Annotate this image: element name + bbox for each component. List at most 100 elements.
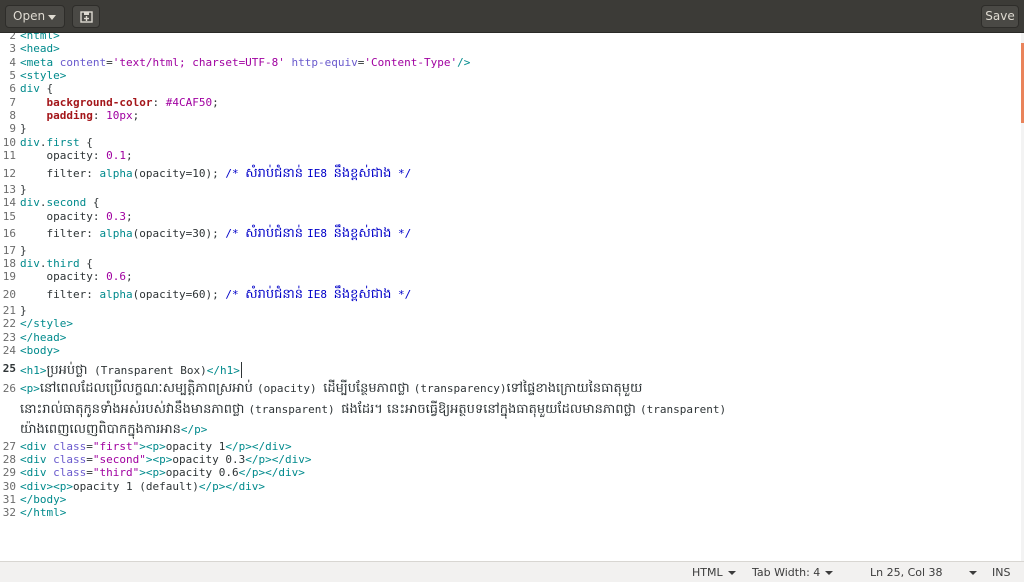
code-token: 0.3: [106, 209, 126, 223]
code-line[interactable]: 19 opacity: 0.6;: [0, 270, 1020, 283]
line-number: 4: [9, 55, 16, 69]
code-token: <div: [20, 452, 54, 466]
code-line[interactable]: 14 div.second {: [0, 196, 1020, 209]
code-line[interactable]: 11 opacity: 0.1;: [0, 149, 1020, 162]
code-line-text: opacity: 0.1;: [20, 149, 132, 162]
line-number: 2: [9, 33, 16, 42]
new-document-button[interactable]: [72, 5, 100, 28]
code-token: <p>: [152, 452, 173, 466]
code-line-text: <div class="first"><p>opacity 1</p></div…: [20, 440, 292, 453]
code-token: <html>: [20, 33, 60, 42]
code-line-text: <style>: [20, 69, 66, 82]
code-line[interactable]: 3 <head>: [0, 42, 1020, 55]
code-line[interactable]: 2 <html>: [0, 33, 1020, 42]
code-token: "third": [92, 466, 140, 480]
code-line-text: }: [20, 122, 27, 135]
code-line[interactable]: 26 <p>នៅពេលដែលប្រើលក្ខណៈសម្បត្តិភាពស្រអាប…: [0, 378, 1020, 395]
line-number: 12: [2, 166, 16, 180]
code-line[interactable]: 10 div.first {: [0, 136, 1020, 149]
code-token: IE8: [307, 287, 334, 301]
code-token: }: [20, 183, 27, 196]
code-line[interactable]: 20 filter: alpha(opacity=60); /* សំរាប់ជ…: [0, 284, 1020, 301]
code-token: #4CAF50: [165, 95, 213, 109]
code-line-text: នោះរាល់ធាតុកូនទាំងអស់របស់វានឹងមានភាពថ្លា…: [20, 403, 726, 416]
code-editor[interactable]: 2 <html> 3 <head> 4 <meta content='text/html;…: [0, 33, 1024, 561]
code-line[interactable]: 21}: [0, 304, 1020, 317]
code-line[interactable]: 8 padding: 10px;: [0, 109, 1020, 122]
code-line[interactable]: 23 </head>: [0, 331, 1020, 344]
save-button[interactable]: Save: [981, 5, 1019, 28]
code-token: padding: [46, 109, 93, 123]
code-line[interactable]: 9}: [0, 122, 1020, 135]
open-button[interactable]: Open: [5, 5, 65, 28]
code-token: <div: [20, 466, 54, 480]
code-token: first: [46, 135, 80, 149]
code-token: </p></div>: [198, 479, 266, 493]
code-line[interactable]: នោះរាល់ធាតុកូនទាំងអស់របស់វានឹងមានភាពថ្លា…: [0, 399, 1020, 416]
code-token: >: [139, 439, 146, 453]
code-line-text: <body>: [20, 344, 60, 357]
code-line[interactable]: 5 <style>: [0, 69, 1020, 82]
code-line-text: div.first {: [20, 136, 93, 149]
code-line[interactable]: 13}: [0, 183, 1020, 196]
language-label: HTML: [692, 566, 723, 579]
cursor-position-selector[interactable]: Ln 25, Col 38: [870, 566, 977, 579]
tab-width-selector[interactable]: Tab Width: 4: [752, 566, 834, 579]
code-token: opacity:: [20, 270, 107, 284]
header-bar: Open Save: [0, 0, 1024, 33]
code-token: /*: [225, 287, 246, 301]
code-line-text: <h1>ប្រអប់ថ្លា (Transparent Box)</h1>: [20, 361, 242, 378]
code-line-text: opacity: 0.6;: [20, 270, 132, 284]
code-token: <h1>: [20, 363, 47, 377]
code-line[interactable]: 7 background-color: #4CAF50;: [0, 96, 1020, 109]
code-line[interactable]: 29 <div class="third"><p>opacity 0.6</p><…: [0, 466, 1020, 479]
code-line[interactable]: 30 <div><p>opacity 1 (default)</p></div>: [0, 480, 1020, 493]
code-line[interactable]: 12 filter: alpha(opacity=10); /* សំរាប់ជ…: [0, 163, 1020, 180]
code-line-text: </body>: [20, 493, 66, 506]
line-number: 23: [2, 330, 16, 344]
code-line[interactable]: 18 div.third {: [0, 257, 1020, 270]
code-token: div: [20, 82, 40, 96]
code-line-text: }: [20, 304, 27, 317]
code-token: <p>: [145, 439, 166, 453]
code-line[interactable]: 6 div {: [0, 82, 1020, 95]
code-token: class: [53, 439, 87, 453]
code-token: div: [20, 256, 40, 270]
code-token: */: [391, 227, 412, 240]
code-line-text: <head>: [20, 42, 60, 55]
language-selector[interactable]: HTML: [692, 566, 736, 579]
code-token: filter:: [20, 166, 100, 180]
code-line[interactable]: យ៉ាងពេញលេញពិបាកក្នុងការអាន</p>: [0, 419, 1020, 436]
code-token: filter:: [20, 287, 100, 301]
code-line[interactable]: 16 filter: alpha(opacity=30); /* សំរាប់ជ…: [0, 223, 1020, 240]
code-token: alpha: [99, 166, 133, 180]
code-line[interactable]: 25 <h1>ប្រអប់ថ្លា (Transparent Box)</h1>: [0, 358, 1020, 378]
open-button-label: Open: [13, 9, 46, 23]
code-token: 10px: [106, 109, 133, 123]
code-token: }: [20, 304, 27, 318]
code-line[interactable]: 4 <meta content='text/html; charset=UTF-8…: [0, 56, 1020, 69]
code-line[interactable]: 24 <body>: [0, 344, 1020, 357]
line-number: 11: [2, 149, 16, 163]
code-token: </html>: [20, 506, 67, 520]
code-line[interactable]: 27 <div class="first"><p>opacity 1</p></d…: [0, 440, 1020, 453]
code-line[interactable]: 17}: [0, 244, 1020, 257]
line-number: 26: [2, 382, 16, 395]
code-token: (opacity=60);: [132, 287, 226, 301]
code-line[interactable]: 31 </body>: [0, 493, 1020, 506]
code-token: </style>: [20, 317, 73, 331]
line-number: 20: [2, 287, 16, 301]
code-line[interactable]: 32 </html>: [0, 506, 1020, 519]
code-token: (transparent): [248, 402, 342, 416]
line-number: 31: [2, 492, 16, 506]
code-line-text: <p>នៅពេលដែលប្រើលក្ខណៈសម្បត្តិភាពស្រអាប់ …: [20, 382, 642, 395]
code-token: 'Content-Type': [364, 55, 458, 69]
code-line-text: div.second {: [20, 196, 100, 209]
line-number: 18: [2, 256, 16, 270]
code-line[interactable]: 22 </style>: [0, 317, 1020, 330]
code-line[interactable]: 15 opacity: 0.3;: [0, 210, 1020, 223]
code-token: /*: [225, 227, 246, 240]
code-line[interactable]: 28 <div class="second"><p>opacity 0.3</p>…: [0, 453, 1020, 466]
